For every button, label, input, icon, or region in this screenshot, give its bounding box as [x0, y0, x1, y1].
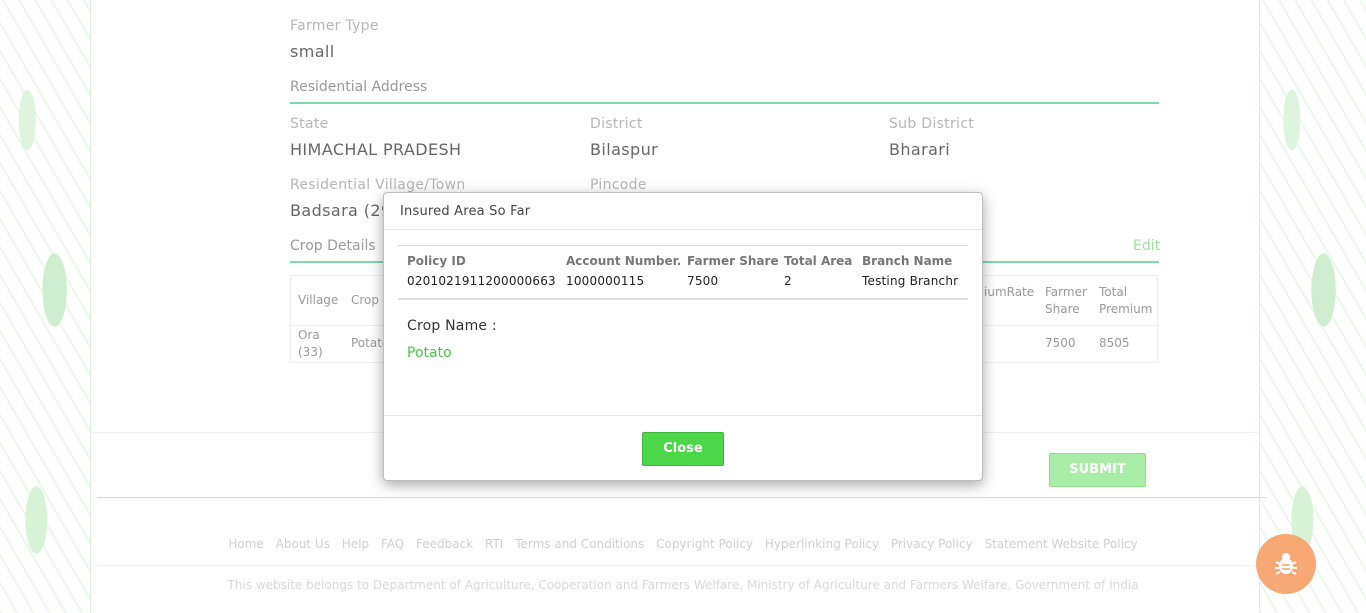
modal-footer-divider: [384, 415, 982, 416]
modal-title: Insured Area So Far: [400, 204, 531, 219]
footer-link-feedback[interactable]: Feedback: [416, 537, 473, 551]
modal-cell-farmer-share: 7500: [687, 274, 719, 288]
subdistrict-value: Bharari: [889, 140, 951, 159]
footer-link-hyperlinking[interactable]: Hyperlinking Policy: [765, 537, 879, 551]
modal-col-policy-id: Policy ID: [407, 254, 466, 268]
left-decorative-background: [0, 0, 91, 613]
footer-links: Home About Us Help FAQ Feedback RTI Term…: [0, 537, 1366, 551]
crop-details-edit-link[interactable]: Edit: [1133, 238, 1160, 254]
subdistrict-label: Sub District: [889, 116, 974, 132]
footer-link-privacy[interactable]: Privacy Policy: [891, 537, 973, 551]
crop-details-title: Crop Details: [290, 238, 376, 254]
farmer-type-value: small: [290, 42, 335, 61]
report-bug-button[interactable]: [1256, 534, 1316, 594]
modal-cell-branch-name: Testing Branchr: [862, 274, 959, 288]
state-label: State: [290, 116, 329, 132]
submit-button[interactable]: SUBMIT: [1049, 453, 1146, 487]
modal-header-divider: [384, 229, 982, 230]
district-label: District: [590, 116, 643, 132]
footer-link-rti[interactable]: RTI: [485, 537, 503, 551]
residential-address-title: Residential Address: [290, 79, 428, 95]
footer-ownership-note: This website belongs to Department of Ag…: [227, 578, 1139, 592]
modal-cell-policy-id: 0201021911200000663: [407, 274, 556, 288]
state-value: HIMACHAL PRADESH: [290, 140, 462, 159]
district-value: Bilaspur: [590, 140, 659, 159]
cell-farmer-share: 7500: [1045, 336, 1076, 350]
modal-table-bottom-border: [398, 298, 968, 300]
modal-cell-total-area: 2: [784, 274, 792, 288]
village-label: Residential Village/Town: [290, 177, 466, 193]
col-farmer-share: Farmer Share: [1045, 285, 1087, 316]
crop-name-value: Potato: [407, 345, 452, 361]
footer-top-line: [97, 497, 1267, 498]
col-village: Village: [298, 293, 339, 307]
col-crop: Crop: [351, 293, 380, 307]
footer-link-copyright[interactable]: Copyright Policy: [656, 537, 753, 551]
modal-table-top-border: [398, 245, 968, 246]
insured-area-modal: Insured Area So Far Policy ID Account Nu…: [383, 192, 983, 481]
col-premium-rate: iumRate: [984, 285, 1035, 299]
residential-address-underline: [290, 102, 1159, 104]
modal-cell-account-number: 1000000115: [566, 274, 645, 288]
footer-link-home[interactable]: Home: [228, 537, 263, 551]
pincode-label: Pincode: [590, 177, 647, 193]
footer-separator: [97, 565, 1267, 566]
village-value: Badsara (29: [290, 201, 392, 220]
modal-col-account-number: Account Number.: [566, 254, 682, 268]
modal-col-total-area: Total Area: [784, 254, 853, 268]
footer-link-terms[interactable]: Terms and Conditions: [515, 537, 644, 551]
cell-total-premium: 8505: [1099, 336, 1130, 350]
bug-icon: [1275, 553, 1297, 575]
farmer-type-label: Farmer Type: [290, 18, 379, 34]
footer-link-statement[interactable]: Statement Website Policy: [985, 537, 1138, 551]
footer-link-help[interactable]: Help: [342, 537, 369, 551]
right-decorative-background: [1260, 0, 1366, 613]
footer-link-faq[interactable]: FAQ: [381, 537, 404, 551]
modal-col-farmer-share: Farmer Share: [687, 254, 779, 268]
modal-col-branch-name: Branch Name: [862, 254, 953, 268]
close-button[interactable]: Close: [642, 432, 724, 466]
cell-village: Ora (33): [298, 328, 323, 359]
crop-name-label: Crop Name :: [407, 318, 497, 334]
col-total-premium: Total Premium: [1099, 285, 1153, 316]
footer-link-about[interactable]: About Us: [276, 537, 330, 551]
